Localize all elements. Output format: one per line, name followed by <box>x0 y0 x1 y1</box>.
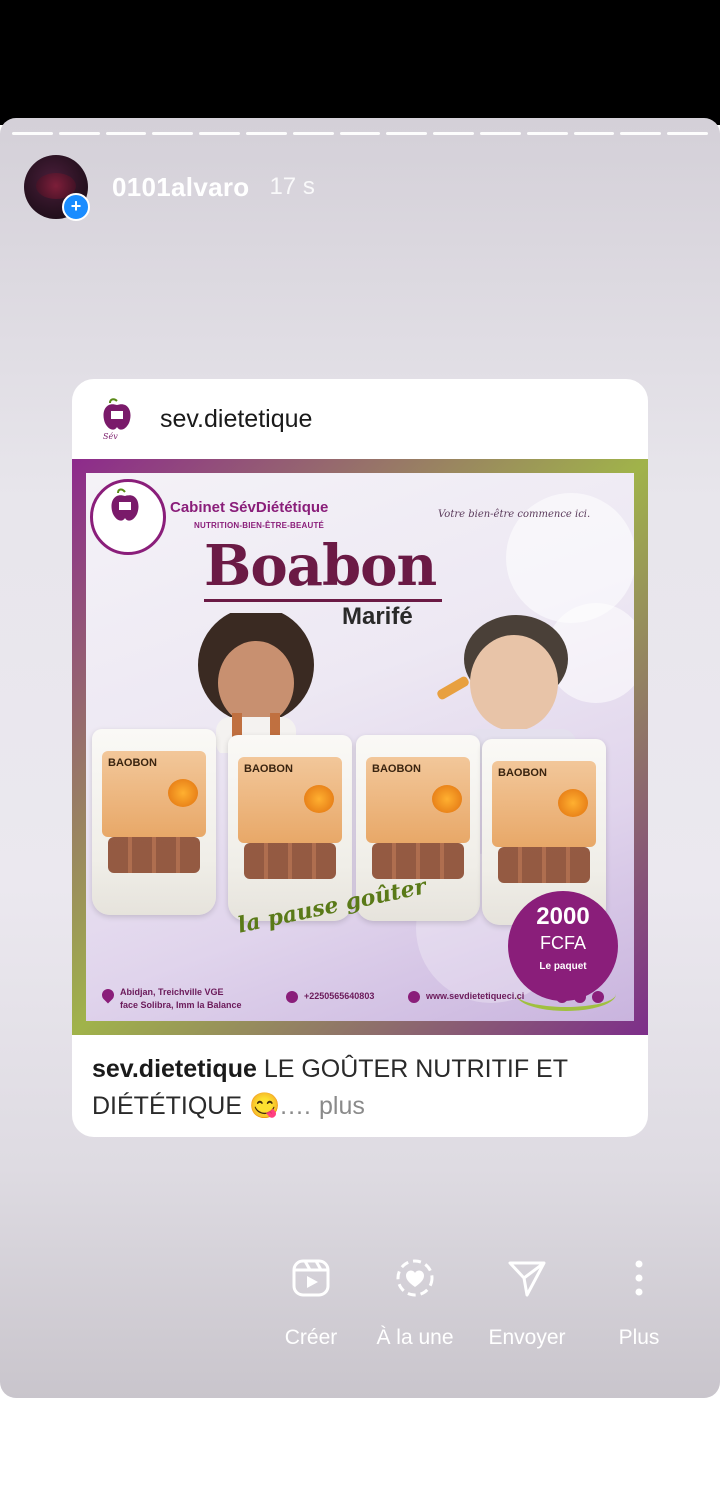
post-image: Cabinet SévDiététique NUTRITION-BIEN-ÊTR… <box>72 459 648 1035</box>
candy-image <box>108 837 200 873</box>
candy-image <box>244 843 336 879</box>
highlight-heart-icon <box>396 1259 434 1297</box>
post-author-logo[interactable]: Sév <box>94 396 140 442</box>
flyer-logo <box>90 479 166 555</box>
story-username[interactable]: 0101alvaro <box>112 172 249 203</box>
flyer-website: www.sevdietetiqueci.ci <box>426 991 525 1001</box>
story-viewer[interactable]: + 0101alvaro 17 s Sév sev.dietetique Cab… <box>0 118 720 1398</box>
fruit-image <box>432 785 462 813</box>
progress-segment <box>339 132 381 135</box>
candy-image <box>498 847 590 883</box>
fruit-image <box>304 785 334 813</box>
price-amount: 2000 <box>536 903 590 930</box>
progress-segment <box>245 132 287 135</box>
story-action-bar: Créer À la une Envoyer Plus <box>0 1258 720 1378</box>
flyer-address-line1: Abidjan, Treichville VGE <box>120 987 224 997</box>
bag-label-title: BAOBON <box>372 763 421 775</box>
title-underline <box>204 599 442 602</box>
story-progress-bar <box>12 132 708 136</box>
reels-icon <box>292 1259 330 1297</box>
flyer-phone: +2250565640803 <box>304 991 375 1001</box>
avatar[interactable]: + <box>24 155 90 221</box>
progress-segment <box>573 132 615 135</box>
progress-segment <box>526 132 568 135</box>
flyer-address-line2: face Solibra, Imm la Balance <box>120 1000 242 1010</box>
whatsapp-icon <box>556 991 568 1003</box>
location-pin-icon <box>99 986 117 1004</box>
progress-segment <box>58 132 100 135</box>
product-bag: BAOBON <box>92 729 216 915</box>
bag-label-title: BAOBON <box>498 767 547 779</box>
cabinet-name: Cabinet SévDiététique <box>170 499 329 516</box>
more-vertical-icon <box>635 1260 643 1296</box>
post-header: Sév sev.dietetique <box>72 379 648 459</box>
send-icon <box>508 1261 546 1297</box>
progress-segment <box>620 132 662 135</box>
story-timestamp: 17 s <box>269 173 315 200</box>
post-caption[interactable]: sev.dietetique LE GOÛTER NUTRITIF ET DIÉ… <box>92 1051 632 1125</box>
progress-segment <box>199 132 240 135</box>
progress-segment <box>433 132 474 135</box>
svg-text:Sév: Sév <box>103 432 118 441</box>
more-button[interactable]: Plus <box>584 1258 694 1368</box>
create-button[interactable]: Créer <box>256 1258 366 1368</box>
add-story-plus-icon[interactable]: + <box>62 193 90 221</box>
progress-segment <box>12 132 53 135</box>
progress-segment <box>152 132 194 135</box>
price-unit: Le paquet <box>539 961 587 972</box>
price-badge: 2000 FCFA Le paquet <box>508 891 618 1001</box>
highlight-button[interactable]: À la une <box>360 1258 470 1368</box>
send-label: Envoyer <box>488 1326 566 1349</box>
progress-segment <box>105 132 147 135</box>
progress-segment <box>479 132 521 135</box>
bag-label-title: BAOBON <box>108 757 157 769</box>
instagram-icon <box>592 991 604 1003</box>
caption-username[interactable]: sev.dietetique <box>92 1055 257 1083</box>
fruit-image <box>558 789 588 817</box>
product-title: Boabon <box>204 533 437 599</box>
caption-more-link[interactable]: .… plus <box>280 1092 365 1120</box>
cabinet-subtitle: NUTRITION-BIEN-ÊTRE-BEAUTÉ <box>194 521 325 530</box>
globe-icon <box>408 991 420 1003</box>
more-label: Plus <box>618 1326 660 1349</box>
fruit-image <box>168 779 198 807</box>
post-author-name[interactable]: sev.dietetique <box>160 405 312 434</box>
flyer: Cabinet SévDiététique NUTRITION-BIEN-ÊTR… <box>86 473 634 1021</box>
price-currency: FCFA <box>539 933 586 953</box>
flyer-tagline: Votre bien-être commence ici. <box>438 509 591 520</box>
highlight-label: À la une <box>376 1326 454 1349</box>
facebook-icon <box>574 991 586 1003</box>
shared-post-card[interactable]: Sév sev.dietetique Cabinet SévDiététique <box>72 379 648 1137</box>
story-header: + 0101alvaro 17 s <box>24 154 315 221</box>
send-button[interactable]: Envoyer <box>472 1258 582 1368</box>
progress-segment <box>667 132 708 135</box>
progress-segment <box>292 132 334 135</box>
progress-segment <box>386 132 428 135</box>
phone-icon <box>286 991 298 1003</box>
bag-label-title: BAOBON <box>244 763 293 775</box>
status-bar-area <box>0 0 720 125</box>
